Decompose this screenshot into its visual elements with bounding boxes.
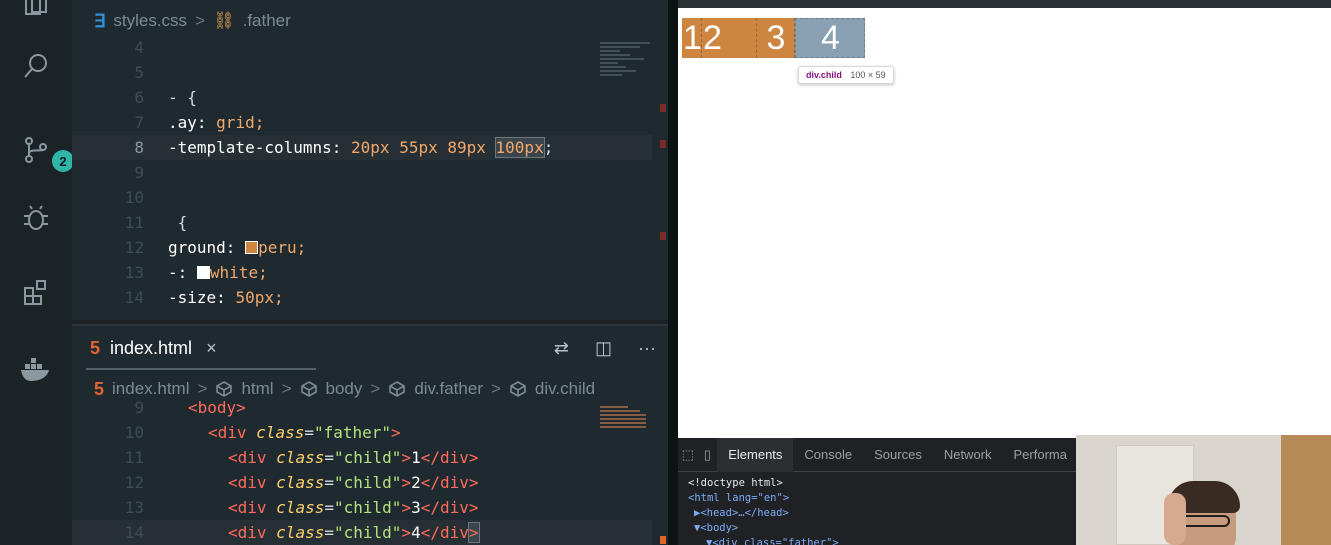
scrollbar-marker <box>660 232 666 240</box>
window-divider[interactable] <box>668 0 678 545</box>
scrollbar-marker <box>660 104 666 112</box>
child-cell[interactable]: 3 <box>757 18 795 58</box>
code-line: 12 ground: peru; <box>124 238 307 257</box>
tab-console[interactable]: Console <box>793 438 863 472</box>
dom-tree[interactable]: <!doctype html> <html lang="en"> ▶<head>… <box>678 472 1078 545</box>
explorer-icon[interactable] <box>16 0 56 26</box>
inspect-tooltip: div.child 100 × 59 <box>798 66 894 84</box>
extensions-icon[interactable] <box>16 272 56 312</box>
dom-node[interactable]: ▼<body> <box>688 521 1068 536</box>
code-line: 10 <div class="father"> <box>124 423 401 442</box>
browser-toolbar <box>678 0 1331 8</box>
webcam-background <box>1281 435 1331 545</box>
code-line: 7 .ay: grid; <box>134 113 265 132</box>
dom-node[interactable]: ▶<head>…</head> <box>688 506 1068 521</box>
child-cell[interactable]: 2 <box>702 18 757 58</box>
dom-node[interactable]: ▼<div class="father"> <box>688 536 1068 545</box>
tab-label[interactable]: index.html <box>110 338 192 359</box>
html-file-icon: 5 <box>90 337 101 358</box>
breadcrumb-selector[interactable]: .father <box>243 11 291 31</box>
code-line: 11 { <box>124 213 188 232</box>
code-line: 12 <div class="child">2</div> <box>124 473 479 492</box>
tab-performance[interactable]: Performa <box>1003 438 1078 472</box>
active-code-line: 14 <div class="child">4</div> <box>72 520 652 545</box>
source-control-icon[interactable]: 2 <box>16 130 74 172</box>
code-line: 6- { <box>134 88 197 107</box>
tab-network[interactable]: Network <box>933 438 1003 472</box>
tab-sources[interactable]: Sources <box>863 438 933 472</box>
docker-icon[interactable] <box>16 350 56 390</box>
color-swatch[interactable] <box>196 266 210 279</box>
scm-badge: 2 <box>52 150 74 172</box>
html-editor[interactable]: 5 index.html × ⇄ ◫ ··· 5 index.html > ht… <box>72 324 668 545</box>
css-code[interactable]: 4 5 6- { 7 .ay: grid; 8 -template-columns:… <box>72 35 652 310</box>
page-viewport: 1 2 3 4 div.child 100 × 59 <box>678 8 1331 438</box>
html-code[interactable]: 9 <body> 10 <div class="father"> 11 <div cl… <box>72 395 652 545</box>
presenter-hand <box>1164 493 1186 545</box>
editor-actions: ⇄ ◫ ··· <box>554 326 656 370</box>
device-toolbar-icon[interactable]: ▯ <box>698 447 718 463</box>
minimap[interactable] <box>600 40 660 78</box>
chevron-right-icon: > <box>195 11 205 30</box>
css-editor[interactable]: ∃ styles.css > ⛓ .father 4 5 6- { 7 .ay: … <box>72 0 668 320</box>
code-line: 10 <box>124 188 144 207</box>
tooltip-selector: div.child <box>806 70 842 80</box>
tab-elements[interactable]: Elements <box>717 437 794 472</box>
close-icon[interactable]: × <box>206 338 217 359</box>
code-line: 9 <body> <box>134 398 246 417</box>
css-file-icon: ∃ <box>94 10 106 31</box>
devtools-panel: ⬚ ▯ Elements Console Sources Network Per… <box>678 437 1078 545</box>
presenter-glasses <box>1180 515 1230 527</box>
vscode-window: 2 ∃ styles.css > ⛓ .father 4 5 6- { 7 .ay… <box>0 0 668 545</box>
color-swatch[interactable] <box>245 241 259 254</box>
inspect-element-icon[interactable]: ⬚ <box>678 447 698 463</box>
devtools-tabs: ⬚ ▯ Elements Console Sources Network Per… <box>678 437 1078 472</box>
dom-node[interactable]: <html lang="en"> <box>688 491 1068 506</box>
search-icon[interactable] <box>16 46 56 86</box>
debug-icon[interactable] <box>16 198 56 238</box>
activity-bar: 2 <box>0 0 74 545</box>
selected-child-cell[interactable]: 4 <box>795 18 865 58</box>
open-changes-icon[interactable]: ⇄ <box>554 338 569 359</box>
selector-icon: ⛓ <box>213 11 235 30</box>
scrollbar-marker <box>660 140 666 148</box>
active-code-line: 8 -template-columns: 20px 55px 89px 100px… <box>72 135 652 160</box>
code-line: 13 <div class="child">3</div> <box>124 498 479 517</box>
webcam-overlay <box>1076 435 1331 545</box>
code-line: 14 -size: 50px; <box>124 288 284 307</box>
tooltip-size: 100 × 59 <box>850 70 886 80</box>
father-grid: 1 2 3 4 <box>682 18 865 58</box>
dom-node[interactable]: <!doctype html> <box>688 476 1068 491</box>
code-line: 11 <div class="child">1</div> <box>124 448 479 467</box>
split-editor-icon[interactable]: ◫ <box>595 338 612 359</box>
selected-value: 100px <box>494 137 545 158</box>
minimap[interactable] <box>600 404 660 430</box>
more-actions-icon[interactable]: ··· <box>638 338 656 359</box>
code-line: 5 <box>134 63 144 82</box>
code-line: 13 -: white; <box>124 263 268 282</box>
code-line: 4 <box>134 38 144 57</box>
scrollbar-marker <box>660 536 666 544</box>
breadcrumb-file[interactable]: styles.css <box>113 11 187 31</box>
code-line: 9 <box>134 163 144 182</box>
child-cell[interactable]: 1 <box>682 18 702 58</box>
